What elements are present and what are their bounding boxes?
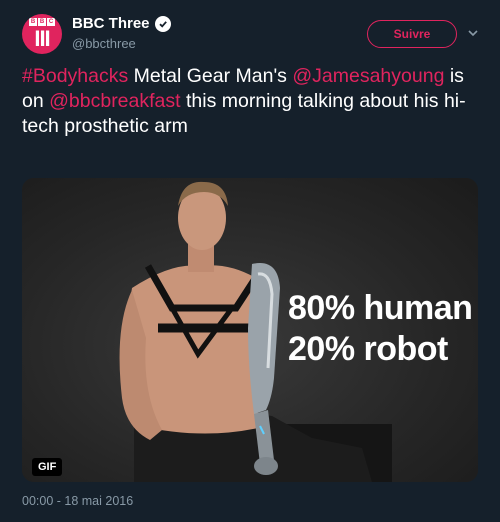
overlay-caption: 80% human 20% robot: [288, 288, 473, 370]
tweet-timestamp[interactable]: 00:00 - 18 mai 2016: [22, 494, 133, 508]
tweet-header: B B C III BBC Three @bbcthree Suivre: [22, 14, 482, 58]
tweet-text-part: Metal Gear Man's: [128, 65, 293, 87]
tweet-text: #Bodyhacks Metal Gear Man's @Jamesahyoun…: [22, 64, 482, 139]
display-name[interactable]: BBC Three: [72, 15, 150, 32]
hashtag-link[interactable]: #Bodyhacks: [22, 65, 128, 87]
verified-check-icon: [154, 15, 171, 32]
mention-link[interactable]: @Jamesahyoung: [292, 65, 444, 87]
tweet-media-gif[interactable]: 80% human 20% robot GIF: [22, 178, 478, 482]
name-row: BBC Three: [72, 15, 171, 32]
overlay-line-human: 80% human: [288, 289, 473, 327]
bbc-three-logo-mark: III: [34, 26, 50, 51]
account-handle[interactable]: @bbcthree: [72, 36, 136, 51]
avatar[interactable]: B B C III: [22, 14, 62, 54]
overlay-line-robot: 20% robot: [288, 330, 448, 368]
chevron-down-icon[interactable]: [466, 26, 480, 40]
mention-link[interactable]: @bbcbreakfast: [49, 90, 180, 112]
gif-badge: GIF: [32, 458, 63, 476]
follow-button[interactable]: Suivre: [367, 20, 457, 48]
bbc-logo: B B C: [29, 18, 55, 26]
